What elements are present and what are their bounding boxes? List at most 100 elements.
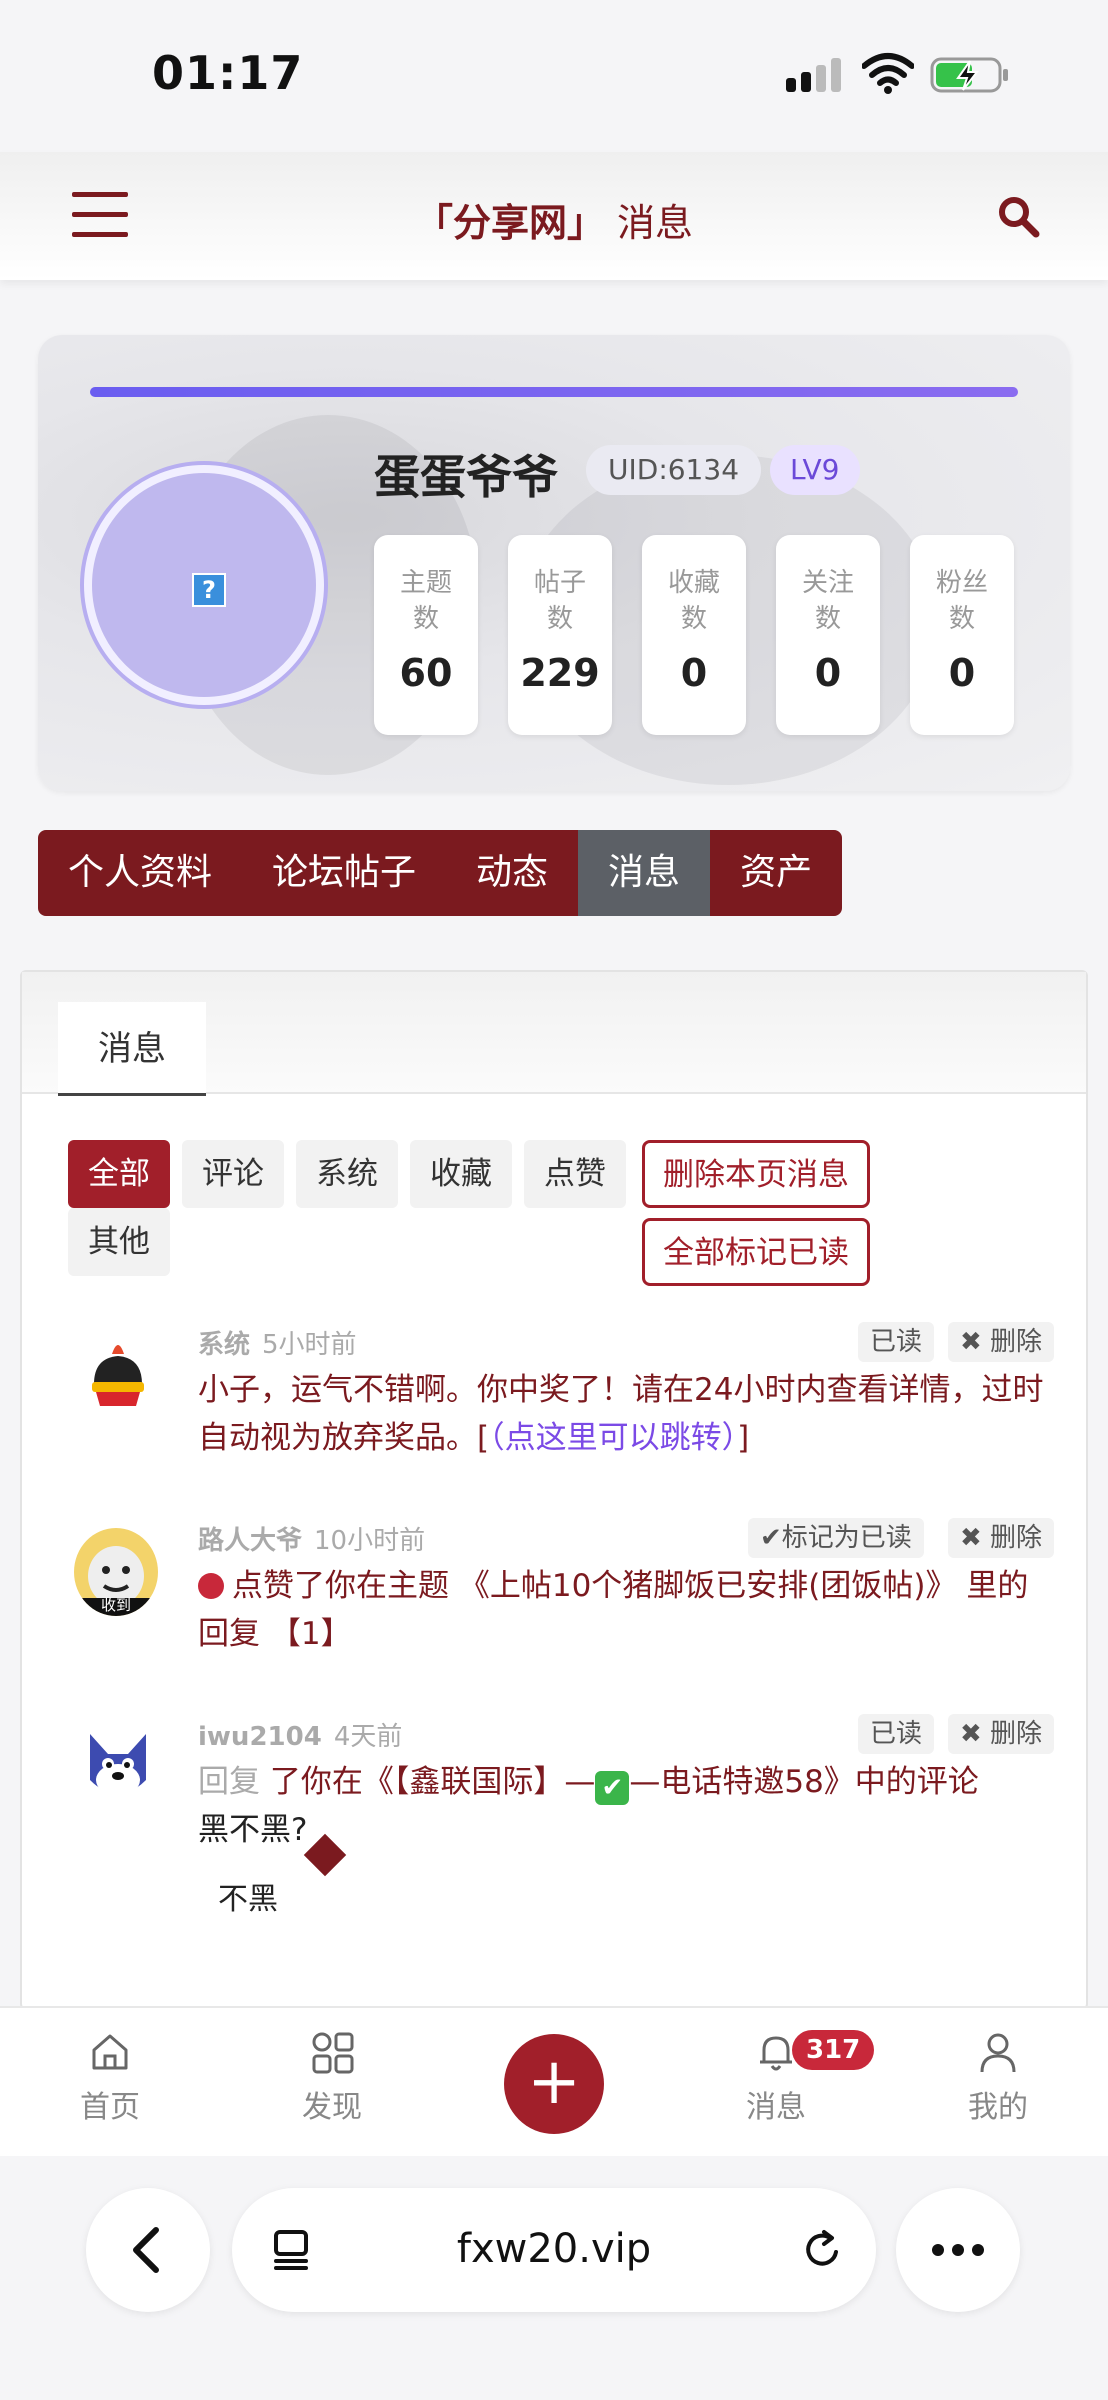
grid-icon xyxy=(312,2032,354,2074)
stat-label: 主题数 xyxy=(399,568,452,634)
quoted-comment: 黑不黑? xyxy=(198,1812,308,1848)
stat-value: 229 xyxy=(520,651,600,695)
message-content[interactable]: 点赞了你在主题 《上帖10个猪脚饭已安排(团饭帖)》 里的回复 【1】 xyxy=(198,1568,1028,1652)
tab-activity[interactable]: 动态 xyxy=(446,830,578,916)
more-dots-icon xyxy=(932,2244,984,2256)
home-icon xyxy=(92,2034,128,2070)
chevron-left-icon xyxy=(133,2227,159,2273)
level-progress-bar xyxy=(90,387,1018,397)
tab-profile[interactable]: 个人资料 xyxy=(38,830,242,916)
message-sender: 路人大爷 10小时前 xyxy=(198,1520,425,1557)
more-menu-button[interactable] xyxy=(896,2188,1020,2312)
create-post-button[interactable]: + xyxy=(504,2034,604,2134)
message-content-end[interactable]: —电话特邀58》中的评论 xyxy=(629,1764,978,1800)
message-time: 10小时前 xyxy=(314,1526,426,1556)
nav-me[interactable]: 我的 xyxy=(938,2030,1058,2126)
mark-all-read-button[interactable]: 全部标记已读 xyxy=(642,1218,870,1286)
avatar: 收到 xyxy=(74,1528,158,1616)
message-content-end: ] xyxy=(737,1420,750,1456)
filter-comments[interactable]: 评论 xyxy=(182,1140,284,1208)
stat-label: 关注数 xyxy=(801,568,854,634)
avatar-wolf-icon xyxy=(74,1724,162,1812)
stat-value: 0 xyxy=(814,651,842,695)
check-mark-icon: ✔ xyxy=(595,1771,630,1805)
battery-charging-icon xyxy=(930,57,1008,93)
avatar[interactable]: ? xyxy=(84,465,324,705)
sender-name[interactable]: iwu2104 xyxy=(198,1722,322,1752)
url-text: fxw20.vip xyxy=(456,2226,652,2272)
mark-read-button[interactable]: ✔标记为已读 xyxy=(748,1518,924,1558)
nav-label: 消息 xyxy=(746,2090,806,2125)
filter-favorites[interactable]: 收藏 xyxy=(410,1140,512,1208)
site-name: 「分享网」 xyxy=(414,201,605,245)
tab-messages[interactable]: 消息 xyxy=(578,830,711,916)
page-title: 「分享网」 消息 xyxy=(0,192,1108,247)
nav-label: 我的 xyxy=(968,2090,1028,2125)
nav-label: 首页 xyxy=(80,2090,140,2125)
browser-toolbar: fxw20.vip xyxy=(0,2156,1108,2400)
sender-name[interactable]: 系统 xyxy=(198,1330,250,1360)
stat-topics[interactable]: 主题数 60 xyxy=(374,535,478,735)
stat-value: 60 xyxy=(399,651,453,695)
filter-all[interactable]: 全部 xyxy=(68,1140,170,1208)
profile-card: ? 蛋蛋爷爷 UID:6134 LV9 主题数 60 帖子数 229 收藏数 0… xyxy=(38,335,1070,791)
level-badge: LV9 xyxy=(770,445,860,495)
message-text: 小子，运气不错啊。你中奖了！请在24小时内查看详情，过时自动视为放弃奖品。[（点… xyxy=(198,1366,1058,1462)
panel-header: 消息 xyxy=(22,972,1086,1096)
message-content[interactable]: 了你在《【鑫联国际】— xyxy=(270,1764,596,1800)
unread-count-badge: 317 xyxy=(792,2030,875,2070)
stat-value: 0 xyxy=(680,651,708,695)
stat-followers[interactable]: 粉丝数 0 xyxy=(910,535,1014,735)
messages-panel: 消息 全部 评论 系统 收藏 点赞 其他 删除本页消息 全部标记已读 系统 5小时… xyxy=(20,970,1088,2010)
message-time: 4天前 xyxy=(333,1722,403,1752)
reload-icon[interactable] xyxy=(800,2228,844,2272)
delete-button[interactable]: ✖ 删除 xyxy=(948,1518,1055,1558)
status-time: 01:17 xyxy=(152,46,304,100)
profile-nav-tabs: 个人资料 论坛帖子 动态 消息 资产 xyxy=(38,830,843,916)
stat-posts[interactable]: 帖子数 229 xyxy=(508,535,612,735)
stat-following[interactable]: 关注数 0 xyxy=(776,535,880,735)
message-sender: 系统 5小时前 xyxy=(198,1324,357,1361)
stat-label: 帖子数 xyxy=(533,568,586,634)
user-icon xyxy=(980,2033,1016,2073)
back-button[interactable] xyxy=(86,2188,210,2312)
stat-value: 0 xyxy=(948,651,976,695)
read-status-label: 已读 xyxy=(858,1714,935,1754)
filter-likes[interactable]: 点赞 xyxy=(524,1140,626,1208)
page-title-text: 消息 xyxy=(617,201,694,245)
broken-image-icon: ? xyxy=(192,573,226,607)
tab-assets[interactable]: 资产 xyxy=(710,830,842,916)
nav-discover[interactable]: 发现 xyxy=(272,2030,392,2126)
stat-label: 粉丝数 xyxy=(935,568,988,634)
message-time: 5小时前 xyxy=(262,1330,357,1360)
signal-icon xyxy=(786,58,844,92)
status-bar: 01:17 xyxy=(0,0,1108,152)
level-progress-fill xyxy=(90,387,1018,397)
username: 蛋蛋爷爷 xyxy=(374,450,558,504)
bottom-nav: 首页 发现 + 消息 317 我的 xyxy=(0,2006,1108,2156)
wifi-icon xyxy=(862,53,914,94)
filter-other[interactable]: 其他 xyxy=(68,1208,170,1276)
avatar-caption: 收到 xyxy=(100,1596,131,1614)
nav-label: 发现 xyxy=(302,2090,362,2125)
jump-link[interactable]: （点这里可以跳转） xyxy=(489,1420,737,1456)
reply-prefix: 回复 xyxy=(198,1764,260,1800)
app-header: 「分享网」 消息 xyxy=(0,152,1108,280)
sender-name[interactable]: 路人大爷 xyxy=(198,1526,302,1556)
read-status-label: 已读 xyxy=(858,1322,935,1362)
delete-button[interactable]: ✖ 删除 xyxy=(948,1322,1055,1362)
message-text: 点赞了你在主题 《上帖10个猪脚饭已安排(团饭帖)》 里的回复 【1】 xyxy=(198,1562,1058,1658)
delete-page-messages-button[interactable]: 删除本页消息 xyxy=(642,1140,870,1208)
filter-system[interactable]: 系统 xyxy=(296,1140,398,1208)
address-bar[interactable]: fxw20.vip xyxy=(232,2188,876,2312)
search-icon[interactable] xyxy=(996,194,1040,238)
uid-badge: UID:6134 xyxy=(586,445,762,495)
stat-label: 收藏数 xyxy=(667,568,720,634)
stat-favorites[interactable]: 收藏数 0 xyxy=(642,535,746,735)
message-sender: iwu2104 4天前 xyxy=(198,1716,402,1753)
nav-home[interactable]: 首页 xyxy=(50,2030,170,2126)
tab-forum-posts[interactable]: 论坛帖子 xyxy=(242,830,446,916)
reply-text: 不黑 xyxy=(218,1882,278,1917)
panel-tab-messages[interactable]: 消息 xyxy=(58,1002,206,1096)
delete-button[interactable]: ✖ 删除 xyxy=(948,1714,1055,1754)
